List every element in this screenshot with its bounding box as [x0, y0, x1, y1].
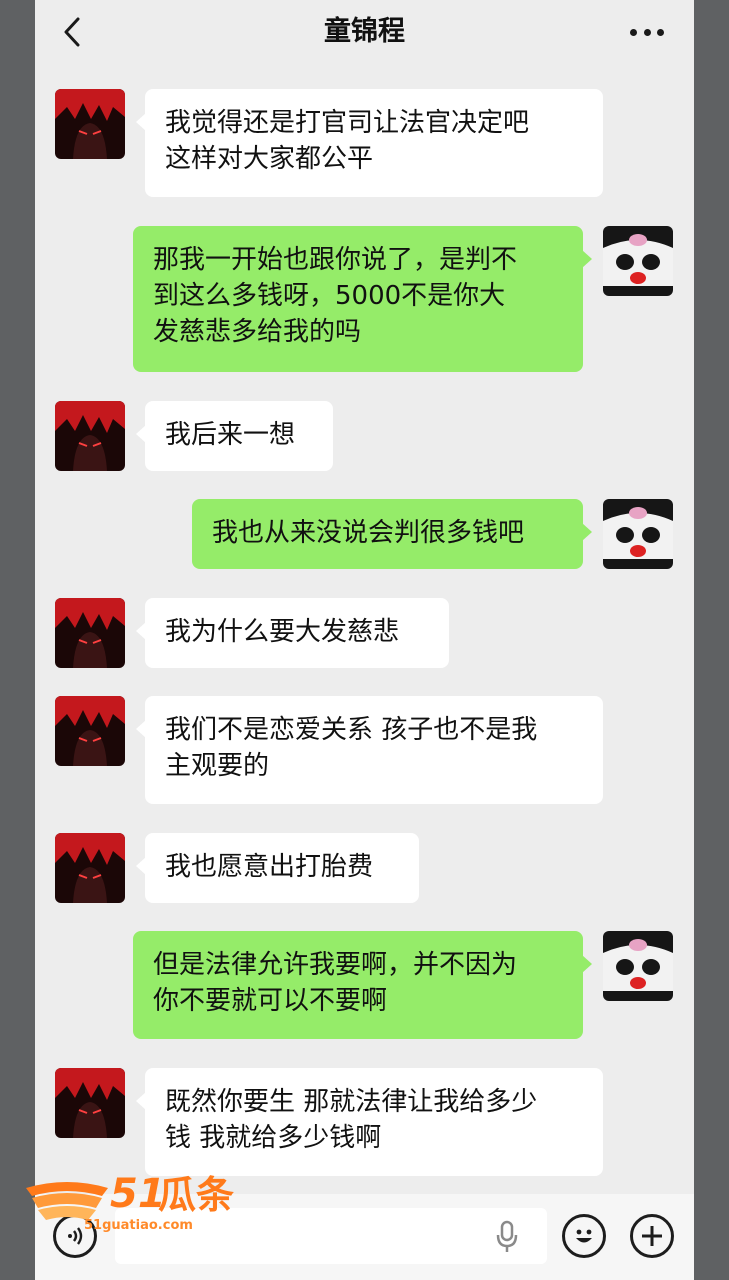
contact-avatar[interactable] — [55, 1068, 125, 1138]
incoming-message-bubble[interactable]: 我后来一想 — [136, 401, 333, 471]
panda-avatar-icon — [603, 499, 673, 569]
more-dot-icon — [657, 28, 664, 36]
incoming-message-bubble[interactable]: 既然你要生 那就法律让我给多少 钱 我就给多少钱啊 — [136, 1068, 603, 1176]
chat-screen: 童锦程 我觉得还是打官司让法官决定吧 这样对大家都公平 那我一开始也跟你说了，是… — [35, 0, 694, 1280]
chat-title: 童锦程 — [324, 16, 405, 47]
my-avatar[interactable] — [603, 499, 673, 569]
outgoing-message-bubble[interactable]: 我也从来没说会判很多钱吧 — [192, 499, 592, 569]
red-hair-avatar-icon — [55, 89, 125, 159]
emoji-button[interactable] — [562, 1214, 606, 1258]
more-options-button[interactable] — [630, 24, 664, 40]
mic-icon[interactable] — [495, 1220, 519, 1254]
chat-header: 童锦程 — [35, 0, 694, 66]
outgoing-message-bubble[interactable]: 那我一开始也跟你说了，是判不 到这么多钱呀，5000不是你大 发慈悲多给我的吗 — [133, 226, 592, 372]
svg-text:瓜条: 瓜条 — [158, 1173, 234, 1216]
my-avatar[interactable] — [603, 931, 673, 1001]
incoming-message-bubble[interactable]: 我们不是恋爱关系 孩子也不是我 主观要的 — [136, 696, 603, 804]
watermark-domain: 51guatiao.com — [84, 1218, 193, 1233]
red-hair-avatar-icon — [55, 696, 125, 766]
contact-avatar[interactable] — [55, 89, 125, 159]
red-hair-avatar-icon — [55, 833, 125, 903]
incoming-message-bubble[interactable]: 我为什么要大发慈悲 — [136, 598, 449, 668]
more-actions-button[interactable] — [630, 1214, 674, 1258]
panda-avatar-icon — [603, 226, 673, 296]
red-hair-avatar-icon — [55, 401, 125, 471]
contact-avatar[interactable] — [55, 696, 125, 766]
watermark-logo: 51 瓜条 51guatiao.com — [22, 1168, 254, 1238]
red-hair-avatar-icon — [55, 598, 125, 668]
contact-avatar[interactable] — [55, 598, 125, 668]
incoming-message-bubble[interactable]: 我也愿意出打胎费 — [136, 833, 419, 903]
red-hair-avatar-icon — [55, 1068, 125, 1138]
incoming-message-bubble[interactable]: 我觉得还是打官司让法官决定吧 这样对大家都公平 — [136, 89, 603, 197]
plus-icon — [642, 1226, 662, 1246]
emoji-icon — [576, 1229, 592, 1243]
watermark-logo-text: 瓜条 — [158, 1173, 234, 1216]
contact-avatar[interactable] — [55, 833, 125, 903]
more-dot-icon — [630, 28, 637, 36]
my-avatar[interactable] — [603, 226, 673, 296]
more-dot-icon — [643, 28, 651, 36]
panda-avatar-icon — [603, 931, 673, 1001]
outgoing-message-bubble[interactable]: 但是法律允许我要啊，并不因为 你不要就可以不要啊 — [133, 931, 592, 1039]
contact-avatar[interactable] — [55, 401, 125, 471]
